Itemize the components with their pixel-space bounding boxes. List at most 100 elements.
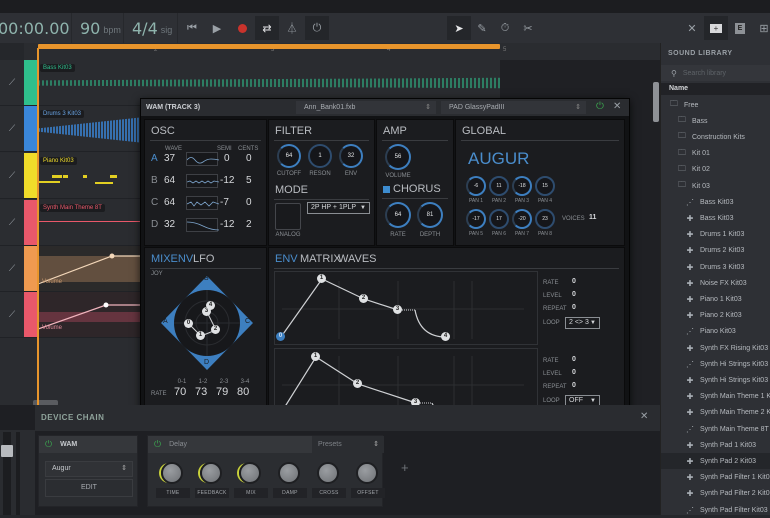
env-node[interactable]: 4	[441, 332, 450, 341]
tab-matrix[interactable]: MATRIX	[300, 253, 341, 265]
rate-value[interactable]: 70	[174, 386, 186, 398]
osc-cents-value[interactable]: 0	[246, 197, 252, 208]
osc-cents-value[interactable]: 2	[246, 219, 252, 230]
add-track-button[interactable]: +	[704, 16, 728, 40]
bank-select[interactable]: Ann_Bank01.fxb ⇕	[296, 101, 436, 114]
tab-lfo[interactable]: LFO	[193, 253, 214, 265]
osc-semi-value[interactable]: -12	[220, 219, 234, 230]
library-item[interactable]: ✚ Drums 1 Kit03	[685, 227, 745, 243]
library-item[interactable]: ✚ Synth Pad 1 Kit03	[685, 437, 756, 453]
add-device-button[interactable]: +	[401, 460, 409, 475]
analog-toggle[interactable]	[275, 203, 301, 230]
rate-value[interactable]: 0	[572, 356, 576, 363]
repeat-value[interactable]: 0	[572, 304, 576, 311]
tempo-value[interactable]: 90	[80, 19, 100, 38]
env-node[interactable]: 2	[359, 294, 368, 303]
library-item[interactable]: ✚ Synth Pad 2 Kit03	[661, 453, 770, 470]
delay-knob-time[interactable]	[161, 462, 183, 484]
power-button[interactable]: ⏻	[305, 16, 329, 40]
pan-knob[interactable]: 11	[489, 176, 509, 196]
library-item[interactable]: ✚ Piano 2 Kit03	[685, 308, 742, 324]
scissors-tool[interactable]: ✂	[516, 16, 540, 40]
voices-value[interactable]: 11	[589, 214, 596, 221]
pan-knob[interactable]: -6	[466, 176, 486, 196]
env-node[interactable]: 0	[276, 332, 285, 341]
library-item[interactable]: ⋰ Synth Pad Filter Kit03	[685, 502, 768, 518]
rate-value[interactable]: 0	[572, 278, 576, 285]
metronome-button[interactable]: ⏃	[280, 16, 304, 40]
close-panel-button[interactable]: ✕	[680, 16, 704, 40]
edit-button[interactable]: EDIT	[45, 479, 133, 497]
library-item[interactable]: ✚ Synth Pad Filter 1 Kit03	[685, 470, 770, 486]
env-node[interactable]: 3	[393, 305, 402, 314]
library-item[interactable]: 🗀 Construction Kits	[677, 129, 745, 145]
track-automation-toggle[interactable]: ⟋	[0, 246, 24, 291]
track-automation-toggle[interactable]: ⟋	[0, 200, 24, 245]
rate-value[interactable]: 73	[195, 386, 207, 398]
osc-semi-value[interactable]: -7	[220, 197, 229, 208]
delay-knob-mix[interactable]	[239, 462, 261, 484]
record-button[interactable]	[230, 16, 254, 40]
vertical-scrollbar[interactable]	[653, 82, 659, 122]
search-input[interactable]: Search library	[683, 70, 726, 77]
delay-presets-select[interactable]: Presets ⇕	[312, 436, 384, 453]
library-item[interactable]: ✚ Bass Kit03	[685, 210, 734, 226]
library-item[interactable]: ⋰ Synth Hi Strings Kit03	[685, 356, 768, 372]
env-loop-dropdown[interactable]: 2 <> 3 ▼	[565, 317, 600, 329]
pan-knob[interactable]: 23	[535, 209, 555, 229]
osc-cents-value[interactable]: 0	[246, 153, 252, 164]
library-item[interactable]: ✚ Drums 3 Kit03	[685, 259, 745, 275]
play-button[interactable]: ▶	[205, 16, 229, 40]
column-header-name[interactable]: Name	[661, 83, 770, 95]
env-node[interactable]: 2	[353, 379, 362, 388]
joy-node[interactable]: 2	[211, 325, 220, 334]
env-node[interactable]: 1	[317, 274, 326, 283]
joy-node[interactable]: 1	[196, 331, 205, 340]
track-automation-toggle[interactable]: ⟋	[0, 153, 24, 198]
osc-wave-value[interactable]: 37	[164, 153, 175, 164]
level-value[interactable]: 0	[572, 369, 576, 376]
track-automation-toggle[interactable]: ⟋	[0, 292, 24, 337]
osc-cents-value[interactable]: 5	[246, 175, 252, 186]
osc-semi-value[interactable]: -12	[220, 175, 234, 186]
pan-knob[interactable]: 17	[489, 209, 509, 229]
pan-knob[interactable]: -18	[512, 176, 532, 196]
delay-knob-cross[interactable]	[317, 462, 339, 484]
track-automation-toggle[interactable]: ⟋	[0, 60, 24, 105]
joy-node[interactable]: 4	[206, 301, 215, 310]
library-item[interactable]: ✚ Synth Pad Filter 2 Kit03	[685, 486, 770, 502]
library-item[interactable]: 🗀 Kit 01	[677, 146, 710, 162]
chorus-rate-knob[interactable]: 64	[385, 202, 411, 228]
mixer-button[interactable]: ⊞	[752, 16, 770, 40]
library-item[interactable]: ✚ Noise FX Kit03	[685, 275, 747, 291]
joy-node[interactable]: 0	[184, 319, 193, 328]
track-automation-toggle[interactable]: ⟋	[0, 106, 24, 151]
library-item[interactable]: 🗀 Kit 02	[677, 162, 710, 178]
stopwatch-tool[interactable]: ⏱	[493, 16, 517, 40]
loop-region[interactable]	[38, 44, 500, 49]
delay-knob-offset[interactable]	[356, 462, 378, 484]
tab-mixenv[interactable]: MIXENV	[151, 253, 193, 265]
library-item[interactable]: ⋰ Synth Main Theme 8T	[685, 421, 769, 437]
osc-wave-value[interactable]: 32	[164, 219, 175, 230]
timeline-ruler-extended[interactable]: 5	[500, 43, 660, 60]
pencil-tool[interactable]: ✎	[470, 16, 494, 40]
playhead[interactable]	[37, 48, 39, 406]
signature-display[interactable]: 4/4 sig	[124, 13, 178, 43]
library-search[interactable]: ⚲ Search library	[661, 65, 770, 81]
osc-semi-value[interactable]: 0	[224, 153, 230, 164]
volume-knob[interactable]: 56	[385, 144, 411, 170]
tab-env[interactable]: ENV	[275, 253, 298, 265]
delay-knob-feedback[interactable]	[200, 462, 222, 484]
close-device-chain[interactable]: ✕	[640, 411, 648, 422]
osc-wave-value[interactable]: 64	[164, 197, 175, 208]
skip-back-button[interactable]: ⏮	[180, 16, 204, 40]
wam-preset-select[interactable]: Augur ⇕	[45, 461, 133, 477]
osc-wave-value[interactable]: 64	[164, 175, 175, 186]
power-icon[interactable]: ⏻	[45, 439, 52, 450]
level-value[interactable]: 0	[572, 291, 576, 298]
pan-knob[interactable]: 15	[535, 176, 555, 196]
env-knob[interactable]: 32	[339, 144, 363, 168]
filter-mode-dropdown[interactable]: 2P HP + 1PLP ▼	[307, 202, 370, 214]
pointer-tool[interactable]: ➤	[447, 16, 471, 40]
